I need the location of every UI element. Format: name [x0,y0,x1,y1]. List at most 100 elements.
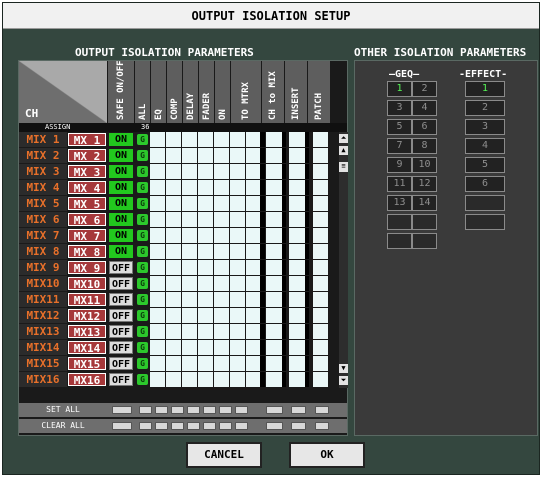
channel-mx-button[interactable]: MX15 [68,357,106,371]
channel-mx-button[interactable]: MX 7 [68,229,106,243]
param-cells-main[interactable] [150,244,260,259]
set-all-button[interactable] [155,406,168,414]
safe-toggle-button[interactable]: OFF [109,309,133,322]
effect-slot[interactable]: 1 [465,81,505,97]
safe-toggle-button[interactable]: OFF [109,293,133,306]
param-cells-main[interactable] [150,324,260,339]
set-all-button[interactable] [139,406,152,414]
param-cell-ch-to-mix[interactable] [266,228,283,243]
param-cell-insert[interactable] [289,180,307,195]
param-cell-patch[interactable] [313,228,329,243]
set-all-button[interactable] [235,406,248,414]
param-cell-insert[interactable] [289,260,307,275]
safe-toggle-button[interactable]: ON [109,197,133,210]
geq-slot[interactable]: 5 [387,119,412,135]
param-cells-main[interactable] [150,260,260,275]
geq-slot[interactable] [387,214,412,230]
channel-mx-button[interactable]: MX 4 [68,181,106,195]
param-cell-patch[interactable] [313,260,329,275]
clear-all-button[interactable] [112,422,132,430]
all-g-button[interactable]: G [137,374,148,385]
channel-mx-button[interactable]: MX 3 [68,165,106,179]
param-cell-patch[interactable] [313,308,329,323]
geq-slot[interactable]: 13 [387,195,412,211]
geq-slot[interactable] [412,214,437,230]
param-cell-ch-to-mix[interactable] [266,276,283,291]
param-cell-ch-to-mix[interactable] [266,324,283,339]
effect-slot[interactable] [465,195,505,211]
param-cell-insert[interactable] [289,212,307,227]
safe-toggle-button[interactable]: ON [109,133,133,146]
param-cell-ch-to-mix[interactable] [266,212,283,227]
param-cell-patch[interactable] [313,356,329,371]
param-cell-patch[interactable] [313,324,329,339]
channel-mx-button[interactable]: MX11 [68,293,106,307]
param-cells-main[interactable] [150,132,260,147]
channel-mx-button[interactable]: MX16 [68,373,106,387]
channel-mx-button[interactable]: MX14 [68,341,106,355]
param-cells-main[interactable] [150,276,260,291]
clear-all-button[interactable] [291,422,306,430]
clear-all-button[interactable] [266,422,283,430]
all-g-button[interactable]: G [137,182,148,193]
all-g-button[interactable]: G [137,342,148,353]
param-cell-insert[interactable] [289,372,307,387]
geq-slot[interactable]: 10 [412,157,437,173]
safe-toggle-button[interactable]: OFF [109,341,133,354]
channel-mx-button[interactable]: MX 9 [68,261,106,275]
param-cell-insert[interactable] [289,276,307,291]
param-cells-main[interactable] [150,196,260,211]
param-cell-ch-to-mix[interactable] [266,340,283,355]
safe-toggle-button[interactable]: OFF [109,373,133,386]
param-cell-insert[interactable] [289,164,307,179]
channel-mx-button[interactable]: MX12 [68,309,106,323]
scroll-bottom-icon[interactable]: ⏷ [339,376,348,385]
safe-toggle-button[interactable]: ON [109,165,133,178]
param-cell-ch-to-mix[interactable] [266,148,283,163]
safe-toggle-button[interactable]: OFF [109,325,133,338]
set-all-button[interactable] [187,406,200,414]
param-cell-insert[interactable] [289,324,307,339]
set-all-button[interactable] [266,406,283,414]
scroll-thumb[interactable]: ≡ [339,162,348,172]
param-cell-patch[interactable] [313,340,329,355]
channel-mx-button[interactable]: MX 5 [68,197,106,211]
param-cell-patch[interactable] [313,212,329,227]
param-cell-patch[interactable] [313,180,329,195]
clear-all-button[interactable] [139,422,152,430]
vertical-scrollbar[interactable]: ⏶ ▲ ≡ ▼ ⏷ [339,132,348,388]
param-cells-main[interactable] [150,180,260,195]
param-cell-insert[interactable] [289,228,307,243]
effect-slot[interactable] [465,214,505,230]
safe-toggle-button[interactable]: ON [109,213,133,226]
geq-slot[interactable]: 14 [412,195,437,211]
channel-mx-button[interactable]: MX 8 [68,245,106,259]
param-cell-patch[interactable] [313,164,329,179]
param-cell-insert[interactable] [289,308,307,323]
clear-all-button[interactable] [235,422,248,430]
param-cells-main[interactable] [150,228,260,243]
set-all-button[interactable] [171,406,184,414]
safe-toggle-button[interactable]: ON [109,229,133,242]
param-cell-patch[interactable] [313,244,329,259]
geq-slot[interactable]: 8 [412,138,437,154]
clear-all-button[interactable] [187,422,200,430]
clear-all-button[interactable] [203,422,216,430]
param-cells-main[interactable] [150,292,260,307]
geq-slot[interactable] [387,233,412,249]
param-cell-patch[interactable] [313,292,329,307]
effect-slot[interactable]: 3 [465,119,505,135]
param-cells-main[interactable] [150,356,260,371]
clear-all-button[interactable] [315,422,329,430]
param-cells-main[interactable] [150,372,260,387]
param-cell-ch-to-mix[interactable] [266,356,283,371]
geq-slot[interactable]: 6 [412,119,437,135]
geq-slot[interactable]: 11 [387,176,412,192]
geq-slot[interactable]: 7 [387,138,412,154]
channel-mx-button[interactable]: MX 1 [68,133,106,147]
effect-slot[interactable]: 4 [465,138,505,154]
all-g-button[interactable]: G [137,246,148,257]
param-cell-patch[interactable] [313,132,329,147]
all-g-button[interactable]: G [137,134,148,145]
param-cells-main[interactable] [150,148,260,163]
